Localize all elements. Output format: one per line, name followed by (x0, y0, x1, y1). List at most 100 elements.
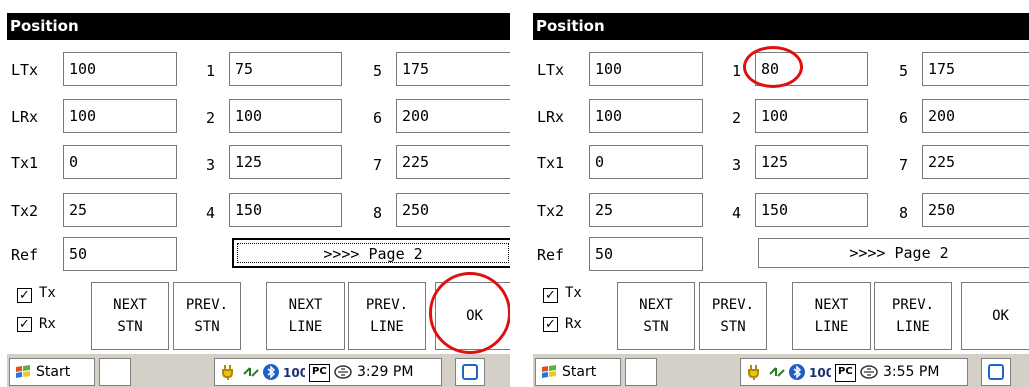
next-stn-button[interactable]: NEXT STN (91, 282, 169, 350)
button-line-1: PREV. (365, 297, 409, 313)
label-ltx: LTx (11, 61, 39, 79)
button-line-1: NEXT (288, 297, 323, 313)
electrode-5-input[interactable]: 175 (396, 52, 510, 86)
rx-checkbox[interactable]: ✓ (543, 317, 558, 332)
electrode-4-input[interactable]: 150 (229, 193, 342, 227)
position-screen-right: Position LTx LRx Tx1 Tx2 Ref 100 100 0 2… (533, 0, 1029, 387)
button-line-2: STN (194, 319, 220, 335)
electrode-3-input[interactable]: 125 (755, 145, 868, 179)
electrode-8-input[interactable]: 250 (922, 193, 1029, 227)
label-8: 8 (373, 204, 383, 222)
label-tx1: Tx1 (11, 154, 39, 172)
button-line-2: STN (643, 319, 669, 335)
page-2-button[interactable]: >>>> Page 2 (758, 238, 1029, 268)
page-2-label: >>>> Page 2 (323, 245, 423, 263)
taskbar-task-slot[interactable] (625, 358, 657, 386)
electrode-7-input[interactable]: 225 (396, 145, 510, 179)
svg-text:100: 100 (809, 366, 831, 380)
electrode-7-input[interactable]: 225 (922, 145, 1029, 179)
ltx-input[interactable]: 100 (589, 52, 703, 86)
label-3: 3 (206, 156, 216, 174)
label-6: 6 (899, 109, 909, 127)
clock[interactable]: 3:55 PM (883, 359, 939, 385)
input-panel-button[interactable] (981, 358, 1011, 386)
tx1-input[interactable]: 0 (63, 145, 177, 179)
next-line-button[interactable]: NEXT LINE (792, 282, 871, 350)
bluetooth-icon (789, 364, 805, 380)
prev-stn-button[interactable]: PREV. STN (173, 282, 241, 350)
window-title: Position (7, 13, 510, 40)
button-line-2: STN (117, 319, 143, 335)
electrode-4-input[interactable]: 150 (755, 193, 868, 227)
start-button[interactable]: Start (9, 358, 95, 386)
clock[interactable]: 3:29 PM (357, 359, 413, 385)
start-button[interactable]: Start (535, 358, 621, 386)
taskbar-task-slot[interactable] (99, 358, 131, 386)
label-3: 3 (732, 156, 742, 174)
electrode-5-input[interactable]: 175 (922, 52, 1029, 86)
label-7: 7 (899, 156, 909, 174)
button-line-1: NEXT (113, 297, 147, 313)
electrode-3-input[interactable]: 125 (229, 145, 342, 179)
label-ltx: LTx (537, 61, 565, 79)
button-line-1: NEXT (814, 297, 849, 313)
button-line-1: PREV. (185, 297, 229, 313)
window-title: Position (533, 13, 1029, 40)
electrode-1-input[interactable]: 75 (229, 52, 342, 86)
prev-stn-button[interactable]: PREV. STN (699, 282, 767, 350)
electrode-6-input[interactable]: 200 (922, 99, 1029, 133)
ok-button[interactable]: OK (961, 282, 1029, 350)
system-tray: 100 PC 3:55 PM (740, 358, 968, 386)
windows-flag-icon (542, 365, 556, 378)
tx1-input[interactable]: 0 (589, 145, 703, 179)
tx-checkbox[interactable]: ✓ (17, 288, 32, 303)
input-panel-button[interactable] (455, 358, 485, 386)
electrode-6-input[interactable]: 200 (396, 99, 510, 133)
electrode-1-input[interactable]: 80 (755, 52, 868, 86)
taskbar: Start 100 PC 3:29 PM (7, 353, 510, 387)
next-stn-button[interactable]: NEXT STN (617, 282, 695, 350)
taskbar: Start 100 PC 3:55 PM (533, 353, 1029, 387)
electrode-2-input[interactable]: 100 (755, 99, 868, 133)
button-line-1: PREV. (891, 297, 935, 313)
svg-text:100: 100 (283, 366, 305, 380)
sync-icon (334, 365, 352, 379)
next-line-button[interactable]: NEXT LINE (266, 282, 345, 350)
label-1: 1 (206, 62, 216, 80)
connectivity-icon (243, 367, 259, 377)
power-plug-icon (222, 365, 233, 380)
tx-checkbox-label: Tx (39, 285, 56, 301)
tx-checkbox-label: Tx (565, 285, 582, 301)
button-line-2: LINE (896, 319, 930, 335)
button-line-1: PREV. (711, 297, 755, 313)
tx2-input[interactable]: 25 (63, 193, 177, 227)
label-ref: Ref (537, 246, 565, 264)
rx-checkbox[interactable]: ✓ (17, 317, 32, 332)
tx-checkbox[interactable]: ✓ (543, 288, 558, 303)
prev-line-button[interactable]: PREV. LINE (874, 282, 952, 350)
label-ref: Ref (11, 246, 39, 264)
lrx-input[interactable]: 100 (589, 99, 703, 133)
windows-flag-icon (16, 365, 30, 378)
button-line-2: LINE (288, 319, 323, 335)
label-2: 2 (206, 109, 216, 127)
sync-icon (860, 365, 878, 379)
label-tx1: Tx1 (537, 154, 565, 172)
ltx-input[interactable]: 100 (63, 52, 177, 86)
lrx-input[interactable]: 100 (63, 99, 177, 133)
label-4: 4 (206, 204, 216, 222)
ref-input[interactable]: 50 (63, 237, 177, 271)
electrode-8-input[interactable]: 250 (396, 193, 510, 227)
ok-button[interactable]: OK (435, 282, 510, 350)
keyboard-icon (462, 364, 478, 380)
label-4: 4 (732, 204, 742, 222)
connectivity-icon (769, 367, 785, 377)
tx2-input[interactable]: 25 (589, 193, 703, 227)
button-line-2: LINE (370, 319, 404, 335)
label-5: 5 (899, 62, 909, 80)
page-2-button[interactable]: >>>> Page 2 (232, 238, 510, 268)
prev-line-button[interactable]: PREV. LINE (348, 282, 426, 350)
ref-input[interactable]: 50 (589, 237, 703, 271)
electrode-2-input[interactable]: 100 (229, 99, 342, 133)
screen-divider (510, 0, 518, 387)
